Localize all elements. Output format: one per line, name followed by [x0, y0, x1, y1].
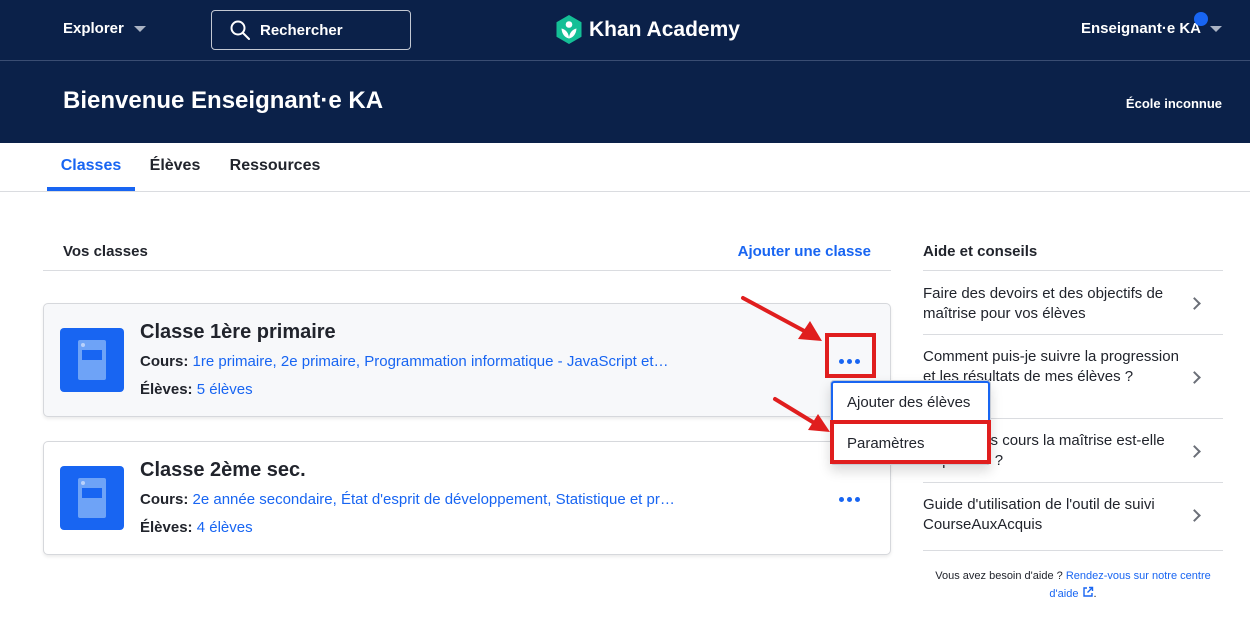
annotation-arrow-icon — [741, 296, 822, 341]
khan-academy-logo[interactable]: Khan Academy — [556, 15, 740, 44]
tab-bar: Classes Élèves Ressources — [0, 143, 1250, 192]
school-link[interactable]: École inconnue — [1126, 96, 1222, 111]
class-students-link[interactable]: 5 élèves — [197, 381, 253, 398]
notification-dot-icon — [1194, 12, 1208, 26]
tab-students[interactable]: Élèves — [141, 143, 209, 191]
section-title: Vos classes — [63, 243, 148, 260]
class-book-icon — [60, 466, 124, 530]
chevron-right-icon — [1188, 371, 1201, 384]
class-courses-link[interactable]: 2e année secondaire, État d'esprit de dé… — [193, 491, 675, 508]
caret-down-icon — [133, 25, 146, 32]
more-options-icon[interactable] — [834, 487, 864, 511]
add-class-link[interactable]: Ajouter une classe — [738, 243, 871, 260]
help-link-item[interactable]: Faire des devoirs et des objectifs de ma… — [923, 271, 1223, 335]
caret-down-icon — [1210, 25, 1222, 32]
classes-section-header: Vos classes Ajouter une classe — [43, 230, 891, 271]
page-title: Bienvenue Enseignant·e KA — [63, 87, 384, 114]
khan-logo-icon — [556, 15, 582, 44]
class-students-row: Élèves: 5 élèves — [140, 381, 253, 398]
class-courses-row: Cours: 2e année secondaire, État d'espri… — [140, 491, 675, 508]
students-label: Élèves: — [140, 381, 193, 398]
highlight-box — [830, 420, 991, 464]
explore-menu-button[interactable]: Explorer — [63, 20, 146, 37]
user-name: Enseignant·e KA — [1080, 12, 1208, 37]
tab-resources[interactable]: Ressources — [222, 143, 328, 191]
help-center-note: Vous avez besoin d'aide ? Rendez-vous su… — [935, 570, 1211, 600]
search-label: Rechercher — [260, 21, 343, 39]
class-card: Classe 2ème sec. Cours: 2e année seconda… — [43, 441, 891, 555]
user-menu-button[interactable]: Enseignant·e KA — [1080, 12, 1222, 37]
class-name[interactable]: Classe 2ème sec. — [140, 459, 306, 482]
class-name[interactable]: Classe 1ère primaire — [140, 321, 336, 344]
highlight-box — [825, 333, 876, 378]
explore-label: Explorer — [63, 20, 124, 37]
class-book-icon — [60, 328, 124, 392]
help-link-item[interactable]: Guide d'utilisation de l'outil de suivi … — [923, 483, 1223, 551]
chevron-right-icon — [1188, 445, 1201, 458]
help-link-text: Faire des devoirs et des objectifs de ma… — [923, 285, 1164, 322]
help-prefix: Vous avez besoin d'aide ? — [935, 570, 1063, 582]
search-button[interactable]: Rechercher — [211, 10, 411, 50]
annotation-arrow-icon — [773, 397, 830, 432]
help-center-link[interactable]: Rendez-vous sur notre centre d'aide — [1049, 570, 1210, 600]
class-students-link[interactable]: 4 élèves — [197, 519, 253, 536]
courses-label: Cours: — [140, 353, 189, 370]
chevron-right-icon — [1188, 509, 1201, 522]
chevron-right-icon — [1188, 297, 1201, 310]
external-link-icon — [1082, 586, 1093, 597]
class-courses-row: Cours: 1re primaire, 2e primaire, Progra… — [140, 353, 669, 370]
aside-title: Aide et conseils — [923, 230, 1223, 271]
menu-item-add-students[interactable]: Ajouter des élèves — [831, 381, 990, 423]
logo-text: Khan Academy — [589, 17, 740, 41]
class-courses-link[interactable]: 1re primaire, 2e primaire, Programmation… — [193, 353, 669, 370]
tab-classes[interactable]: Classes — [47, 143, 135, 191]
class-students-row: Élèves: 4 élèves — [140, 519, 253, 536]
students-label: Élèves: — [140, 519, 193, 536]
courses-label: Cours: — [140, 491, 189, 508]
search-icon — [230, 20, 250, 40]
help-link-text: Guide d'utilisation de l'outil de suivi … — [923, 496, 1155, 533]
top-navigation: Explorer Rechercher Khan Academy Enseign… — [0, 0, 1250, 61]
user-name-text: Enseignant·e KA — [1080, 20, 1201, 37]
welcome-banner: Bienvenue Enseignant·e KA École inconnue — [0, 61, 1250, 143]
